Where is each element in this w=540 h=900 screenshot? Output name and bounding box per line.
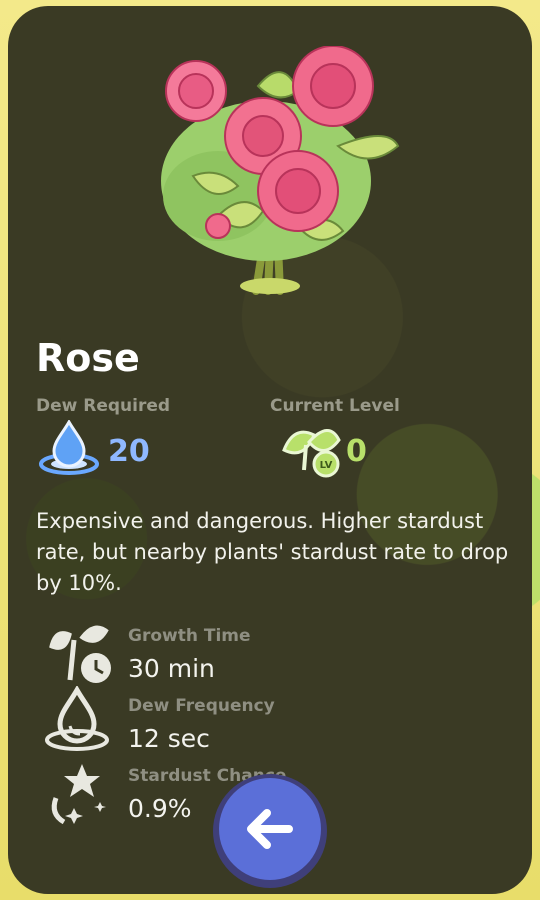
dew-required-value: 20 <box>108 434 150 469</box>
rose-illustration <box>161 46 400 295</box>
current-level-value: 0 <box>346 434 367 469</box>
dew-required-label: Dew Required <box>36 396 171 416</box>
dew-drop-icon <box>39 420 99 475</box>
arrow-left-icon <box>247 809 293 849</box>
plant-info-card: Rose Dew Required 20 Current Level LV 0 … <box>8 6 532 894</box>
back-button-face[interactable] <box>219 778 321 880</box>
back-button[interactable] <box>213 774 327 888</box>
plant-name: Rose <box>36 336 140 380</box>
growth-time-value: 30 min <box>128 654 215 683</box>
stardust-chance-value: 0.9% <box>128 794 192 823</box>
level-badge-text: LV <box>320 460 333 471</box>
plant-description: Expensive and dangerous. Higher stardust… <box>36 509 509 595</box>
dew-frequency-icon <box>45 686 109 751</box>
current-level-label: Current Level <box>270 396 400 416</box>
growth-time-label: Growth Time <box>128 626 251 646</box>
level-leaf-icon: LV <box>282 429 341 478</box>
dew-frequency-label: Dew Frequency <box>128 696 275 716</box>
sprout-clock-icon <box>46 623 112 683</box>
dew-frequency-value: 12 sec <box>128 724 210 753</box>
stardust-icon <box>51 764 106 825</box>
